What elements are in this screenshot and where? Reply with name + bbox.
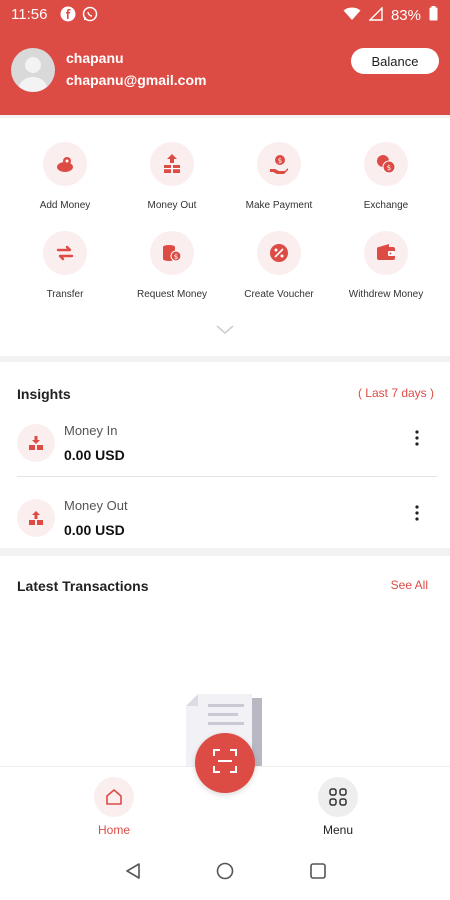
action-label: Add Money (39, 200, 91, 211)
voucher-icon (257, 231, 301, 275)
request-money-icon: $ (150, 231, 194, 275)
action-label: Exchange (363, 200, 409, 211)
action-request-money[interactable]: $ Request Money (116, 231, 228, 300)
action-create-voucher[interactable]: Create Voucher (223, 231, 335, 300)
nav-menu-label: Menu (322, 823, 354, 837)
status-time: 11:56 (11, 6, 48, 23)
insight-money-in[interactable]: Money In 0.00 USD (0, 402, 450, 476)
latest-title: Latest Transactions (17, 578, 149, 594)
more-options-icon[interactable] (414, 505, 420, 526)
facebook-icon (60, 6, 76, 26)
insight-label: Money Out (64, 498, 128, 513)
action-label: Money Out (147, 200, 197, 211)
add-money-icon (43, 142, 87, 186)
action-label: Make Payment (245, 200, 313, 211)
exchange-icon: $ (364, 142, 408, 186)
action-make-payment[interactable]: $ Make Payment (223, 142, 335, 211)
signal-icon (368, 5, 383, 25)
action-exchange[interactable]: $ Exchange (330, 142, 442, 211)
more-options-icon[interactable] (414, 430, 420, 451)
nav-menu[interactable]: Menu (316, 777, 360, 837)
scan-button[interactable] (195, 733, 255, 793)
home-circle-icon[interactable] (216, 862, 234, 885)
insight-label: Money In (64, 423, 118, 438)
quick-actions: Add Money Money Out $ Make Payment $ Exc… (0, 118, 450, 356)
action-label: Create Voucher (244, 289, 314, 300)
action-money-out[interactable]: Money Out (116, 142, 228, 211)
money-out-icon (150, 142, 194, 186)
money-out-icon (17, 499, 55, 537)
transfer-icon (43, 231, 87, 275)
wallet-icon (364, 231, 408, 275)
battery-icon (429, 6, 438, 25)
recents-icon[interactable] (309, 862, 327, 885)
svg-text:$: $ (387, 164, 391, 172)
avatar[interactable] (11, 48, 55, 92)
see-all-link[interactable]: See All (391, 578, 428, 592)
home-icon (94, 777, 134, 817)
insight-money-out[interactable]: Money Out 0.00 USD (0, 477, 450, 551)
status-bar: 11:56 83% (0, 0, 450, 30)
nav-home[interactable]: Home (92, 777, 136, 837)
grid-icon (318, 777, 358, 817)
insights-range[interactable]: ( Last 7 days ) (358, 386, 434, 400)
action-withdrew-money[interactable]: Withdrew Money (330, 231, 442, 300)
money-in-icon (17, 424, 55, 462)
chevron-down-icon[interactable] (216, 322, 234, 340)
back-icon[interactable] (124, 862, 142, 885)
action-label: Transfer (46, 289, 84, 300)
insights-title: Insights (17, 386, 71, 402)
action-transfer[interactable]: Transfer (9, 231, 121, 300)
battery-percent: 83% (390, 7, 421, 24)
nav-home-label: Home (97, 823, 130, 837)
whatsapp-icon (82, 6, 98, 26)
action-label: Request Money (136, 289, 208, 300)
scan-icon (212, 748, 238, 779)
user-name: chapanu (66, 50, 124, 66)
user-email: chapanu@gmail.com (66, 72, 207, 88)
system-nav (0, 842, 450, 900)
insight-value: 0.00 USD (64, 522, 125, 538)
insights-card: Insights ( Last 7 days ) Money In 0.00 U… (0, 362, 450, 548)
header: 11:56 83% chapanu chapanu@gmail.com Bala… (0, 0, 450, 115)
insight-value: 0.00 USD (64, 447, 125, 463)
make-payment-icon: $ (257, 142, 301, 186)
action-add-money[interactable]: Add Money (9, 142, 121, 211)
svg-text:$: $ (174, 253, 178, 261)
svg-text:$: $ (278, 157, 282, 165)
wifi-icon (343, 7, 361, 25)
balance-button[interactable]: Balance (351, 48, 439, 74)
action-label: Withdrew Money (348, 289, 424, 300)
